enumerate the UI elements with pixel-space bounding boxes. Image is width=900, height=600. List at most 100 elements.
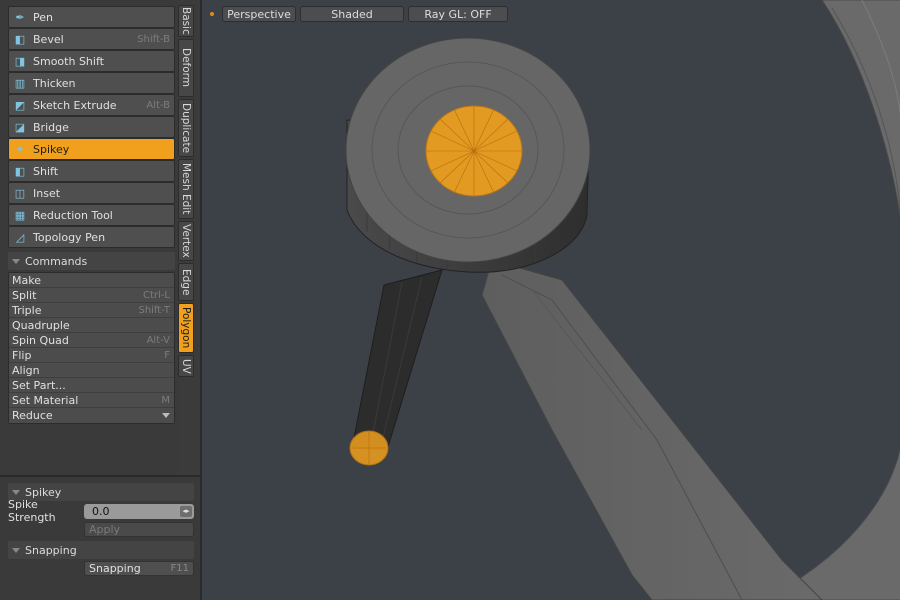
command-shortcut: Ctrl-L xyxy=(143,289,170,301)
viewport-options-icon[interactable] xyxy=(206,6,218,22)
snapping-button[interactable]: Snapping F11 xyxy=(84,561,194,576)
tool-pen[interactable]: ✒ Pen xyxy=(8,6,175,28)
tool-tabs: Basic Deform Duplicate Mesh Edit Vertex Edge P… xyxy=(178,5,196,379)
raygl-button[interactable]: Ray GL: OFF xyxy=(408,6,508,22)
collapse-triangle-icon xyxy=(12,547,20,553)
tool-shortcut: Alt-B xyxy=(146,99,170,111)
command-list: Make Split Ctrl-L Triple Shift-T Quadruple Spi… xyxy=(8,272,175,424)
tool-bridge[interactable]: ◪ Bridge xyxy=(8,116,175,138)
command-shortcut: F xyxy=(164,349,170,361)
dropdown-arrow-icon[interactable] xyxy=(162,413,170,418)
bevel-icon: ◧ xyxy=(14,32,26,46)
tool-bevel[interactable]: ◧ Bevel Shift-B xyxy=(8,28,175,50)
spike-strength-field[interactable]: 0.0 ◂▸ xyxy=(84,503,194,519)
ring-mesh xyxy=(761,0,900,600)
command-shortcut: Alt-V xyxy=(146,334,170,346)
command-label: Spin Quad xyxy=(12,333,69,347)
tool-smooth-shift[interactable]: ◨ Smooth Shift xyxy=(8,50,175,72)
tab-polygon[interactable]: Polygon xyxy=(178,303,194,353)
tool-inset[interactable]: ◫ Inset xyxy=(8,182,175,204)
tool-label: Bridge xyxy=(33,120,69,134)
command-reduce[interactable]: Reduce xyxy=(9,408,174,423)
tab-uv[interactable]: UV xyxy=(178,355,194,377)
tool-label: Pen xyxy=(33,10,53,24)
command-set-material[interactable]: Set Material M xyxy=(9,393,174,408)
viewport-toolbar: Perspective Shaded Ray GL: OFF xyxy=(206,6,508,22)
spoke-arm xyxy=(481,259,823,600)
command-label: Make xyxy=(12,273,41,287)
tool-shortcut: Shift-B xyxy=(137,33,170,45)
command-label: Triple xyxy=(12,303,42,317)
tool-label: Spikey xyxy=(33,142,70,156)
rod-mesh xyxy=(351,269,443,451)
view-type-button[interactable]: Perspective xyxy=(222,6,296,22)
snapping-title: Snapping xyxy=(25,543,77,557)
commands-section-header[interactable]: Commands xyxy=(8,252,175,270)
tab-basic[interactable]: Basic xyxy=(178,5,194,37)
bridge-icon: ◪ xyxy=(14,120,26,134)
command-spin-quad[interactable]: Spin Quad Alt-V xyxy=(9,333,174,348)
commands-title: Commands xyxy=(25,254,88,268)
spike-strength-label: Spike Strength xyxy=(8,498,56,524)
command-flip[interactable]: Flip F xyxy=(9,348,174,363)
command-label: Set Part... xyxy=(12,378,66,392)
command-split[interactable]: Split Ctrl-L xyxy=(9,288,174,303)
shading-button[interactable]: Shaded xyxy=(300,6,404,22)
command-label: Align xyxy=(12,363,40,377)
tool-spikey[interactable]: ✦ Spikey xyxy=(8,138,175,160)
sketch-extrude-icon: ◩ xyxy=(14,98,26,112)
pen-icon: ✒ xyxy=(15,10,25,24)
tab-duplicate[interactable]: Duplicate xyxy=(178,99,194,157)
snapping-section-header[interactable]: Snapping xyxy=(8,541,194,559)
tool-thicken[interactable]: ▥ Thicken xyxy=(8,72,175,94)
thicken-icon: ▥ xyxy=(14,76,26,90)
shift-icon: ◧ xyxy=(14,164,26,178)
spikey-title: Spikey xyxy=(25,485,62,499)
command-quadruple[interactable]: Quadruple xyxy=(9,318,174,333)
drag-arrows-icon[interactable]: ◂▸ xyxy=(180,505,192,517)
tool-label: Reduction Tool xyxy=(33,208,113,222)
apply-button[interactable]: Apply xyxy=(84,522,194,537)
command-set-part[interactable]: Set Part... xyxy=(9,378,174,393)
snapping-label: Snapping xyxy=(89,562,141,575)
spike-strength-row: Spike Strength 0.0 ◂▸ xyxy=(8,498,194,524)
tab-vertex[interactable]: Vertex xyxy=(178,221,194,261)
reduction-tool-icon: ▦ xyxy=(14,208,26,222)
tab-edge[interactable]: Edge xyxy=(178,263,194,301)
command-label: Split xyxy=(12,288,37,302)
command-triple[interactable]: Triple Shift-T xyxy=(9,303,174,318)
command-shortcut: M xyxy=(161,394,170,406)
mesh-view[interactable] xyxy=(202,0,900,600)
command-label: Reduce xyxy=(12,409,53,422)
spike-strength-value: 0.0 xyxy=(92,504,110,518)
tool-shift[interactable]: ◧ Shift xyxy=(8,160,175,182)
tool-properties-panel: Spikey Spike Strength 0.0 ◂▸ Apply Snapp… xyxy=(0,475,200,600)
tab-mesh-edit[interactable]: Mesh Edit xyxy=(178,159,194,219)
command-shortcut: Shift-T xyxy=(138,304,170,316)
tool-panel: ✒ Pen ◧ Bevel Shift-B ◨ Smooth Shift ▥ Thicken ◩ S… xyxy=(0,0,178,475)
tool-label: Bevel xyxy=(33,32,64,46)
tool-label: Shift xyxy=(33,164,59,178)
command-label: Set Material xyxy=(12,393,79,407)
spikey-icon: ✦ xyxy=(15,142,25,156)
command-label: Quadruple xyxy=(12,318,70,332)
command-label: Flip xyxy=(12,348,32,362)
tab-deform[interactable]: Deform xyxy=(178,39,194,97)
topology-pen-icon: ◿ xyxy=(15,230,25,244)
collapse-triangle-icon xyxy=(12,258,20,264)
tool-label: Sketch Extrude xyxy=(33,98,117,112)
tool-reduction-tool[interactable]: ▦ Reduction Tool xyxy=(8,204,175,226)
tool-label: Topology Pen xyxy=(33,230,106,244)
tool-label: Thicken xyxy=(33,76,76,90)
3d-viewport[interactable]: Perspective Shaded Ray GL: OFF xyxy=(200,0,900,600)
command-align[interactable]: Align xyxy=(9,363,174,378)
command-make[interactable]: Make xyxy=(9,273,174,288)
tool-sketch-extrude[interactable]: ◩ Sketch Extrude Alt-B xyxy=(8,94,175,116)
smooth-shift-icon: ◨ xyxy=(14,54,26,68)
tool-list: ✒ Pen ◧ Bevel Shift-B ◨ Smooth Shift ▥ Thicken ◩ S… xyxy=(8,6,175,248)
tool-topology-pen[interactable]: ◿ Topology Pen xyxy=(8,226,175,248)
tool-label: Inset xyxy=(33,186,61,200)
collapse-triangle-icon xyxy=(12,489,20,495)
tool-label: Smooth Shift xyxy=(33,54,104,68)
inset-icon: ◫ xyxy=(14,186,26,200)
